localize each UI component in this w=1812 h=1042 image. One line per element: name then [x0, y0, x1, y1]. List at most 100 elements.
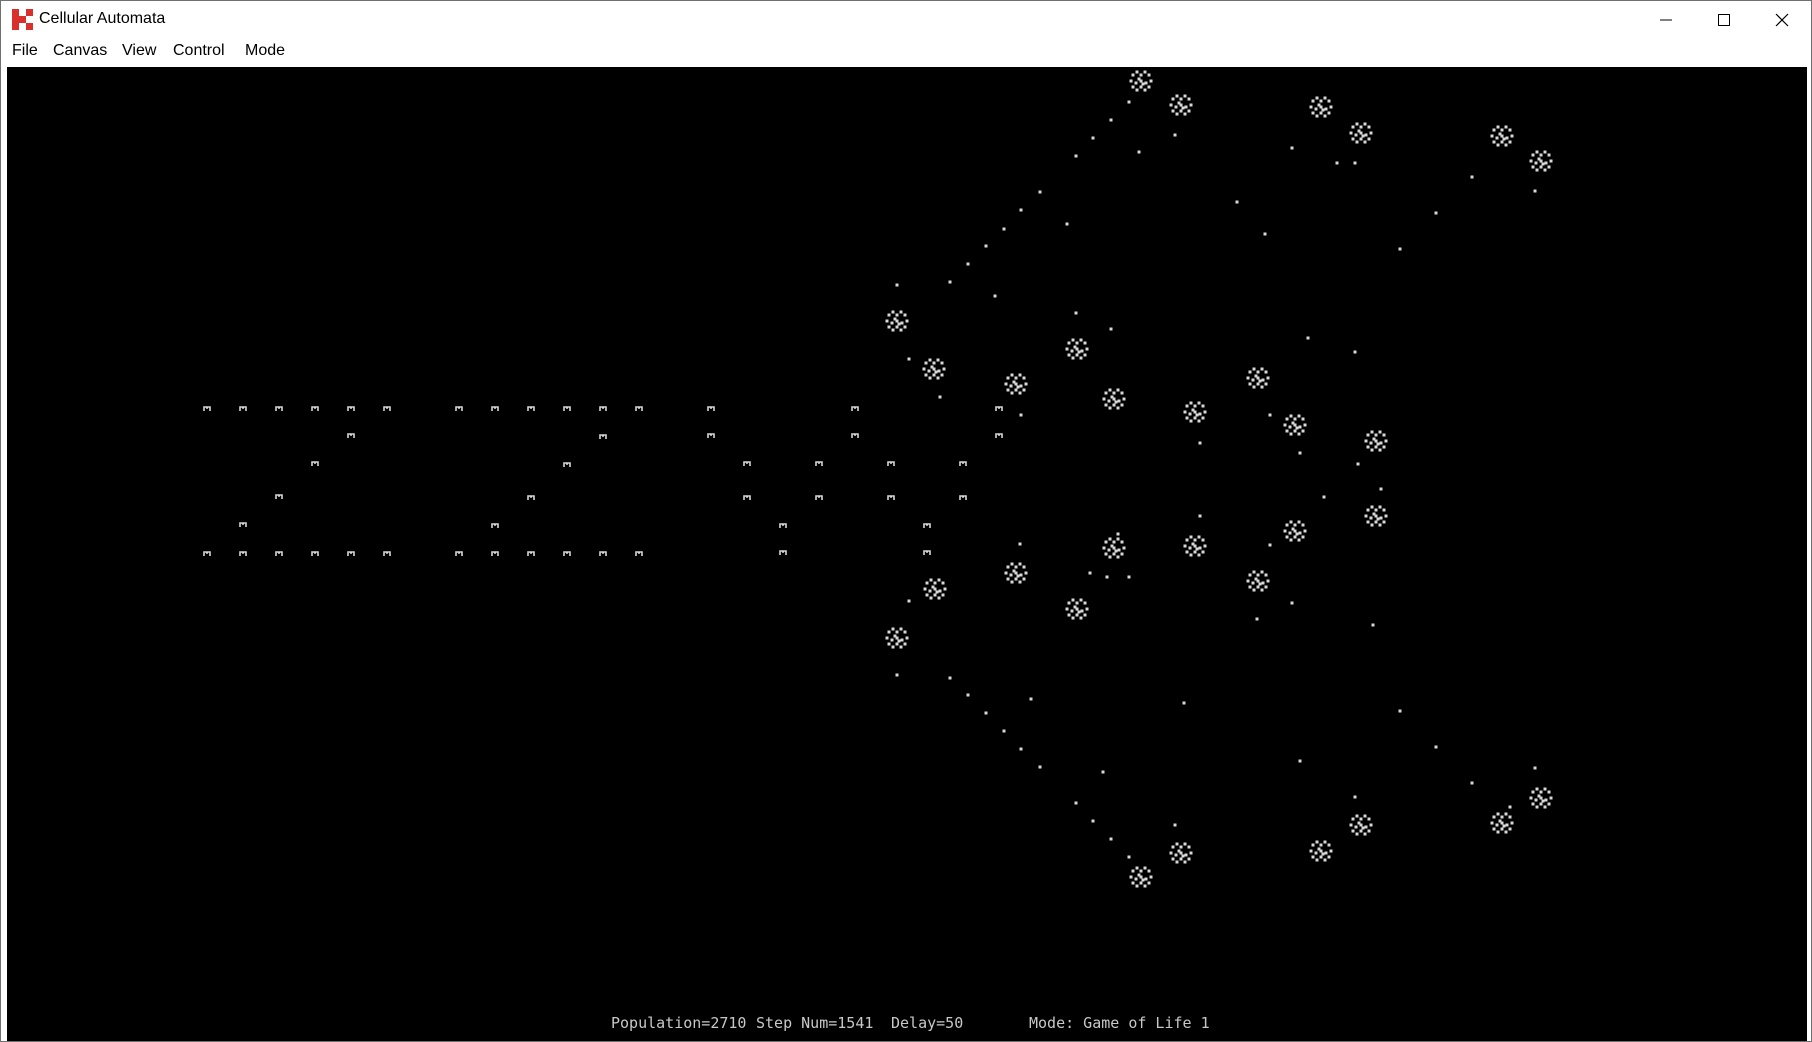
glider-cell	[779, 550, 787, 555]
oscillator-cluster	[1364, 430, 1388, 452]
menu-view[interactable]: View	[120, 42, 158, 60]
live-cell	[1019, 208, 1023, 212]
glider-cell	[239, 522, 247, 527]
population-readout: Population=2710	[611, 1014, 747, 1032]
oscillator-cluster	[1004, 373, 1028, 395]
glider-cell	[491, 406, 499, 411]
step-readout: Step Num=1541	[756, 1014, 874, 1032]
glider-cell	[779, 523, 787, 528]
live-cell	[1290, 601, 1294, 605]
live-cell	[1074, 311, 1078, 315]
live-cell	[1109, 118, 1113, 122]
live-cell	[895, 283, 899, 287]
glider-cell	[311, 461, 319, 466]
live-cell	[1019, 413, 1023, 417]
oscillator-cluster	[1490, 812, 1514, 834]
glider-cell	[851, 406, 859, 411]
glider-cell	[383, 551, 391, 556]
live-cell	[1137, 150, 1141, 154]
oscillator-cluster	[1529, 150, 1553, 172]
live-cell	[1255, 617, 1259, 621]
live-cell	[1533, 189, 1537, 193]
oscillator-cluster	[923, 578, 947, 600]
glider-cell	[599, 434, 607, 439]
glider-cell	[887, 495, 895, 500]
live-cell	[1105, 575, 1109, 579]
live-cell	[1038, 190, 1042, 194]
maximize-icon	[1718, 14, 1730, 26]
oscillator-cluster	[1349, 814, 1373, 836]
live-cell	[984, 244, 988, 248]
live-cell	[1470, 781, 1474, 785]
live-cell	[1173, 823, 1177, 827]
live-cell	[1002, 227, 1006, 231]
minimize-button[interactable]	[1637, 1, 1695, 39]
oscillator-cluster	[1102, 537, 1126, 559]
oscillator-cluster	[1129, 70, 1153, 92]
glider-cell	[527, 406, 535, 411]
menu-file[interactable]: File	[10, 42, 40, 60]
live-cell	[1091, 819, 1095, 823]
window-title: Cellular Automata	[39, 10, 166, 27]
glider-cell	[743, 495, 751, 500]
menu-canvas[interactable]: Canvas	[51, 42, 109, 60]
glider-cell	[527, 495, 535, 500]
live-cell	[1038, 765, 1042, 769]
glider-cell	[743, 461, 751, 466]
live-cell	[907, 599, 911, 603]
live-cell	[1127, 855, 1131, 859]
app-window: Cellular Automata File Canvas View Contr…	[0, 0, 1812, 1042]
live-cell	[1182, 701, 1186, 705]
cell-grid	[203, 70, 1553, 888]
oscillator-cluster	[1065, 338, 1089, 360]
oscillator-cluster	[1309, 96, 1333, 118]
glider-cell	[311, 406, 319, 411]
oscillator-cluster	[1283, 520, 1307, 542]
glider-cell	[239, 406, 247, 411]
live-cell	[1298, 451, 1302, 455]
live-cell	[938, 395, 942, 399]
glider-cell	[923, 523, 931, 528]
close-button[interactable]	[1753, 1, 1811, 39]
glider-cell	[203, 551, 211, 556]
glider-cell	[707, 433, 715, 438]
oscillator-cluster	[1065, 598, 1089, 620]
live-cell	[1298, 759, 1302, 763]
glider-cell	[275, 406, 283, 411]
live-cell	[1198, 441, 1202, 445]
mode-readout: Mode: Game of Life 1	[1029, 1014, 1210, 1032]
glider-cell	[347, 551, 355, 556]
live-cell	[993, 294, 997, 298]
live-cell	[984, 711, 988, 715]
oscillator-cluster	[1349, 122, 1373, 144]
glider-cell	[959, 461, 967, 466]
glider-cell	[491, 523, 499, 528]
glider-cell	[239, 551, 247, 556]
menu-control[interactable]: Control	[171, 42, 227, 60]
live-cell	[1371, 623, 1375, 627]
live-cell	[1353, 350, 1357, 354]
live-cell	[1398, 247, 1402, 251]
oscillator-cluster	[1183, 535, 1207, 557]
live-cell	[1065, 222, 1069, 226]
title-bar[interactable]: Cellular Automata	[1, 1, 1811, 39]
menu-mode[interactable]: Mode	[243, 42, 287, 60]
oscillator-cluster	[1246, 570, 1270, 592]
live-cell	[1088, 571, 1092, 575]
live-cell	[1074, 154, 1078, 158]
glider-cell	[887, 461, 895, 466]
glider-cell	[347, 433, 355, 438]
glider-cell	[203, 406, 211, 411]
glider-cell	[563, 551, 571, 556]
live-cell	[1263, 232, 1267, 236]
oscillator-cluster	[1183, 401, 1207, 423]
oscillator-cluster	[1246, 367, 1270, 389]
glider-cell	[599, 551, 607, 556]
live-cell	[1322, 495, 1326, 499]
automata-canvas[interactable]: Population=2710 Step Num=1541 Delay=50 M…	[7, 67, 1807, 1041]
maximize-button[interactable]	[1695, 1, 1753, 39]
glider-cell	[923, 550, 931, 555]
live-cell	[1533, 766, 1537, 770]
glider-cell	[707, 406, 715, 411]
live-cell	[1109, 837, 1113, 841]
